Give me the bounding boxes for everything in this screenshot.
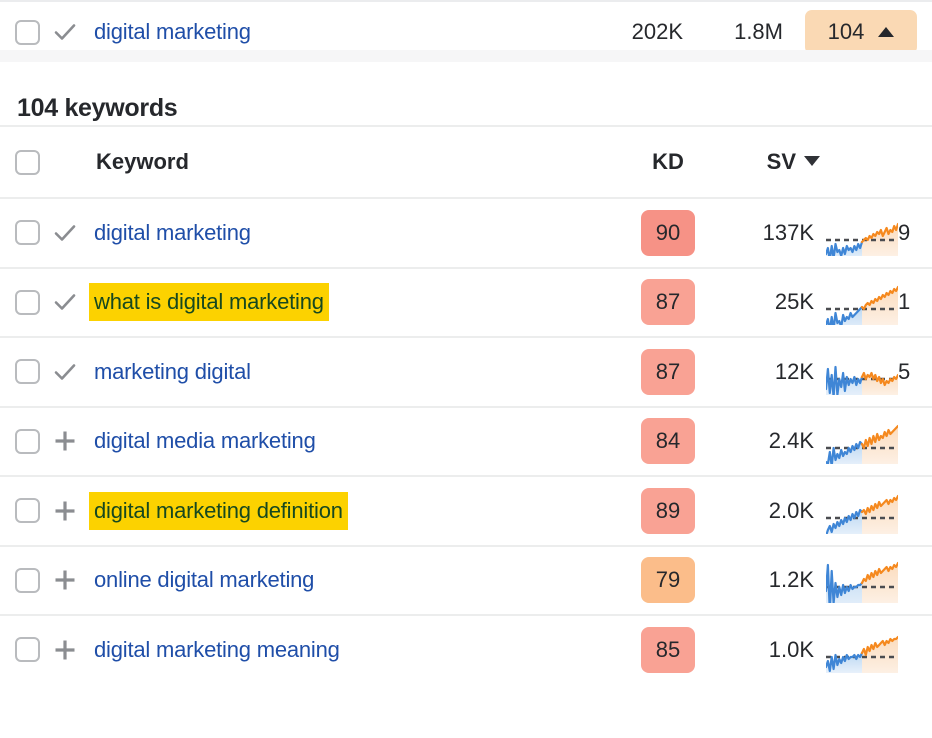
- row-checkbox[interactable]: [15, 220, 40, 245]
- parent-row-divider: [0, 50, 932, 62]
- search-volume-value: 2.4K: [718, 428, 822, 454]
- row-checkbox[interactable]: [15, 429, 40, 454]
- select-all-checkbox[interactable]: [15, 150, 40, 175]
- sparkline-cell: [822, 627, 896, 673]
- table-row[interactable]: online digital marketing 79 1.2K: [0, 545, 932, 615]
- caret-up-icon: [878, 27, 894, 37]
- check-icon[interactable]: [52, 289, 78, 315]
- sparkline-cell: [822, 418, 896, 464]
- row-checkbox[interactable]: [15, 498, 40, 523]
- search-volume-value: 1.2K: [718, 567, 822, 593]
- sparkline-chart: [826, 488, 898, 534]
- keyword-explorer-panel: digital marketing 202K 1.8M 104 104 keyw…: [0, 0, 932, 738]
- table-header: Keyword KD SV: [0, 125, 932, 197]
- overflow-column-value: 9: [896, 220, 932, 246]
- section-title: 104 keywords: [0, 62, 932, 125]
- kd-badge: 79: [641, 557, 695, 603]
- table-row[interactable]: marketing digital 87 12K 5: [0, 336, 932, 406]
- sparkline-cell: [822, 488, 896, 534]
- check-icon[interactable]: [52, 19, 78, 45]
- sparkline-chart: [826, 627, 898, 673]
- kd-badge: 85: [641, 627, 695, 673]
- search-volume-value: 1.0K: [718, 637, 822, 663]
- table-row[interactable]: digital marketing 90 137K 9: [0, 197, 932, 267]
- parent-keyword-link[interactable]: digital marketing: [94, 19, 251, 44]
- sparkline-cell: [822, 210, 896, 256]
- row-checkbox[interactable]: [15, 290, 40, 315]
- row-checkbox[interactable]: [15, 359, 40, 384]
- search-volume-value: 2.0K: [718, 498, 822, 524]
- keyword-link[interactable]: marketing digital: [94, 359, 251, 384]
- plus-icon[interactable]: [52, 637, 78, 663]
- overflow-column-value: 1: [896, 289, 932, 315]
- kd-badge: 87: [641, 279, 695, 325]
- search-volume-value: 137K: [718, 220, 822, 246]
- keyword-link[interactable]: what is digital marketing: [89, 283, 329, 321]
- keyword-link[interactable]: digital marketing: [94, 220, 251, 245]
- kd-badge: 87: [641, 349, 695, 395]
- overflow-column-value: 5: [896, 359, 932, 385]
- keyword-link[interactable]: digital marketing definition: [89, 492, 348, 530]
- keyword-link[interactable]: digital media marketing: [94, 428, 316, 453]
- parent-row-checkbox[interactable]: [15, 20, 40, 45]
- kd-badge: 84: [641, 418, 695, 464]
- sparkline-cell: [822, 349, 896, 395]
- keyword-table-body: digital marketing 90 137K 9 what: [0, 197, 932, 684]
- column-header-keyword[interactable]: Keyword: [94, 149, 189, 174]
- column-header-sv[interactable]: SV: [767, 149, 796, 174]
- child-keyword-count: 104: [828, 19, 865, 45]
- row-checkbox[interactable]: [15, 637, 40, 662]
- check-icon[interactable]: [52, 359, 78, 385]
- plus-icon[interactable]: [52, 567, 78, 593]
- sparkline-cell: [822, 279, 896, 325]
- table-row[interactable]: digital marketing definition 89 2.0K: [0, 475, 932, 545]
- sparkline-chart: [826, 279, 898, 325]
- parent-metrics: 202K 1.8M 104: [591, 10, 932, 54]
- table-row[interactable]: digital media marketing 84 2.4K: [0, 406, 932, 476]
- parent-keyword-row[interactable]: digital marketing 202K 1.8M 104: [0, 0, 932, 62]
- kd-badge: 90: [641, 210, 695, 256]
- keyword-link[interactable]: online digital marketing: [94, 567, 314, 592]
- search-volume-value: 25K: [718, 289, 822, 315]
- table-row[interactable]: digital marketing meaning 85 1.0K: [0, 614, 932, 684]
- plus-icon[interactable]: [52, 428, 78, 454]
- plus-icon[interactable]: [52, 498, 78, 524]
- kd-badge: 89: [641, 488, 695, 534]
- parent-volume: 202K: [591, 19, 683, 45]
- check-icon[interactable]: [52, 220, 78, 246]
- table-row[interactable]: what is digital marketing 87 25K 1: [0, 267, 932, 337]
- child-keyword-count-toggle[interactable]: 104: [805, 10, 917, 54]
- caret-down-icon[interactable]: [804, 156, 820, 166]
- parent-clicks: 1.8M: [691, 19, 783, 45]
- column-header-kd[interactable]: KD: [652, 149, 684, 174]
- sparkline-cell: [822, 557, 896, 603]
- search-volume-value: 12K: [718, 359, 822, 385]
- row-checkbox[interactable]: [15, 568, 40, 593]
- sparkline-chart: [826, 349, 898, 395]
- sparkline-chart: [826, 418, 898, 464]
- sparkline-chart: [826, 557, 898, 603]
- sparkline-chart: [826, 210, 898, 256]
- keyword-link[interactable]: digital marketing meaning: [94, 637, 340, 662]
